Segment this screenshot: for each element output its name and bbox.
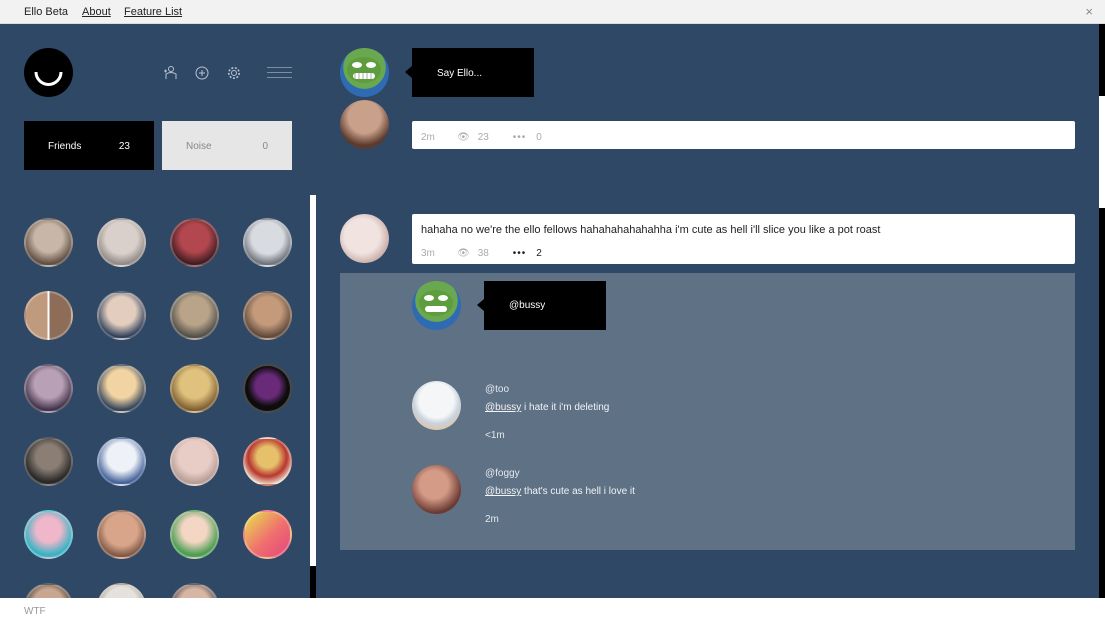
comment-author[interactable]: @foggy xyxy=(485,468,520,479)
post-card: hahaha no we're the ello fellows hahahah… xyxy=(412,214,1075,264)
friend-avatar[interactable] xyxy=(170,218,219,267)
tab-friends-count: 23 xyxy=(118,141,130,152)
friend-avatar[interactable] xyxy=(97,291,146,340)
close-icon[interactable]: × xyxy=(1085,4,1093,19)
comment-avatar[interactable] xyxy=(412,465,461,514)
more-icon[interactable]: ••• xyxy=(513,132,527,143)
menu-icon[interactable] xyxy=(267,67,292,79)
post-views: 38 xyxy=(477,248,489,259)
app-brand: Ello Beta xyxy=(24,6,69,18)
comments-panel: @bussy @too @bussy i hate it i'm deletin… xyxy=(340,273,1075,550)
footer-link[interactable]: WTF xyxy=(24,606,46,617)
comment-avatar[interactable] xyxy=(412,381,461,430)
friend-avatar[interactable] xyxy=(97,218,146,267)
browser-topbar: Ello Beta About Feature List × xyxy=(0,0,1105,24)
post-meta: 2m 👁︎ 23 ••• 0 xyxy=(421,132,542,143)
comment-text: that's cute as hell i love it xyxy=(521,486,635,497)
about-link[interactable]: About xyxy=(82,6,111,18)
compose-placeholder: Say Ello... xyxy=(437,68,483,79)
eye-icon: 👁︎ xyxy=(457,248,470,259)
post-author-avatar[interactable] xyxy=(340,100,389,149)
friend-avatar[interactable] xyxy=(170,583,219,598)
gear-icon[interactable] xyxy=(226,65,242,81)
comment-mention[interactable]: @bussy xyxy=(485,402,521,413)
comment-text: i hate it i'm deleting xyxy=(521,402,610,413)
post-author-avatar[interactable] xyxy=(340,214,389,263)
friend-avatar[interactable] xyxy=(243,437,292,486)
friend-avatar[interactable] xyxy=(243,364,292,413)
comment-author[interactable]: @too xyxy=(485,384,509,395)
friend-avatar[interactable] xyxy=(97,437,146,486)
friends-avatar-grid xyxy=(24,218,294,598)
friend-avatar[interactable] xyxy=(24,291,73,340)
compose-avatar[interactable] xyxy=(340,48,389,97)
more-icon[interactable]: ••• xyxy=(513,248,527,259)
friend-avatar[interactable] xyxy=(170,291,219,340)
reply-avatar[interactable] xyxy=(412,281,461,330)
reply-placeholder: @bussy xyxy=(509,300,546,311)
post-comment-count[interactable]: 2 xyxy=(536,248,542,259)
comment-body: @bussy i hate it i'm deleting xyxy=(485,402,609,413)
friend-avatar[interactable] xyxy=(97,583,146,598)
tab-friends-label: Friends xyxy=(48,141,82,152)
comment-body: @bussy that's cute as hell i love it xyxy=(485,486,635,497)
compose-input[interactable]: Say Ello... xyxy=(405,48,534,97)
friend-avatar[interactable] xyxy=(243,510,292,559)
tab-friends[interactable]: Friends 23 xyxy=(24,121,154,170)
comment-time: <1m xyxy=(485,430,505,441)
comment-mention[interactable]: @bussy xyxy=(485,486,521,497)
friend-avatar[interactable] xyxy=(24,437,73,486)
ello-smile-icon xyxy=(34,71,63,86)
friend-avatar[interactable] xyxy=(243,291,292,340)
post-comment-count[interactable]: 0 xyxy=(536,132,542,143)
post-time: 3m xyxy=(421,248,435,259)
frog-avatar-icon xyxy=(347,57,381,83)
friend-avatar[interactable] xyxy=(24,364,73,413)
invite-icon[interactable] xyxy=(162,65,178,81)
feature-list-link[interactable]: Feature List xyxy=(124,6,182,18)
friend-avatar[interactable] xyxy=(24,583,73,598)
friend-avatar[interactable] xyxy=(243,218,292,267)
comment-time: 2m xyxy=(485,514,499,525)
tab-noise[interactable]: Noise 0 xyxy=(162,121,292,170)
post-views: 23 xyxy=(477,132,489,143)
friend-avatar[interactable] xyxy=(170,364,219,413)
post-meta: 3m 👁︎ 38 ••• 2 xyxy=(421,248,542,259)
tab-noise-count: 0 xyxy=(262,141,268,152)
friend-avatar[interactable] xyxy=(24,510,73,559)
frog-avatar-icon xyxy=(419,290,453,316)
eye-icon: 👁︎ xyxy=(457,132,470,143)
add-icon[interactable] xyxy=(194,65,210,81)
sidebar-scrollbar[interactable] xyxy=(310,195,316,598)
friend-avatar[interactable] xyxy=(97,510,146,559)
post-card: 2m 👁︎ 23 ••• 0 xyxy=(412,121,1075,149)
friend-avatar[interactable] xyxy=(170,437,219,486)
friend-avatar[interactable] xyxy=(97,364,146,413)
main-scrollbar-thumb[interactable] xyxy=(1099,96,1105,208)
friend-avatar[interactable] xyxy=(170,510,219,559)
post-time: 2m xyxy=(421,132,435,143)
tab-noise-label: Noise xyxy=(186,141,212,152)
ello-logo[interactable] xyxy=(24,48,73,97)
friend-avatar[interactable] xyxy=(24,218,73,267)
reply-input[interactable]: @bussy xyxy=(477,281,606,330)
post-body: hahaha no we're the ello fellows hahahah… xyxy=(421,224,881,236)
sidebar-scrollbar-track xyxy=(310,566,316,598)
bottom-bar: WTF xyxy=(0,598,1105,622)
